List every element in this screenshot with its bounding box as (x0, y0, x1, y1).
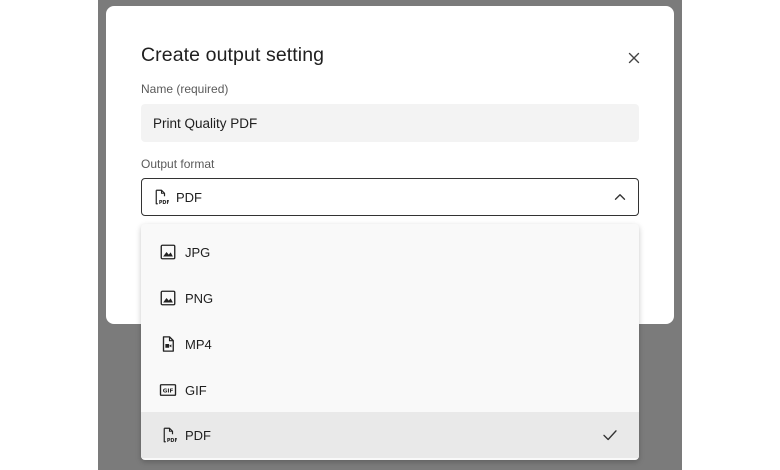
menu-item-label: MP4 (185, 336, 212, 352)
menu-item-label: PDF (185, 427, 211, 443)
output-format-menu: JPG PNG MP4 GIF GIF PDF PDF (141, 224, 639, 460)
svg-text:PDF: PDF (159, 200, 169, 206)
output-format-select[interactable]: PDF PDF (141, 178, 639, 216)
menu-item-gif[interactable]: GIF GIF (141, 367, 639, 413)
selected-format-value: PDF (176, 189, 202, 205)
menu-item-label: GIF (185, 382, 207, 398)
checkmark-icon (603, 430, 617, 441)
close-button[interactable] (622, 46, 646, 70)
name-input[interactable]: Print Quality PDF (141, 104, 639, 142)
video-file-icon (162, 336, 174, 352)
pdf-file-icon: PDF (163, 427, 177, 444)
menu-item-pdf[interactable]: PDF PDF (141, 412, 639, 458)
name-label: Name (required) (141, 82, 229, 96)
dialog-title: Create output setting (141, 44, 325, 66)
svg-text:PDF: PDF (167, 438, 177, 444)
menu-item-jpg[interactable]: JPG (141, 229, 639, 275)
pdf-file-icon: PDF (155, 189, 169, 206)
chevron-up-icon (614, 194, 626, 200)
output-format-label: Output format (141, 157, 215, 171)
menu-item-png[interactable]: PNG (141, 275, 639, 321)
menu-item-mp4[interactable]: MP4 (141, 321, 639, 367)
svg-text:GIF: GIF (163, 389, 174, 395)
close-icon (628, 52, 640, 64)
gif-icon: GIF (159, 384, 177, 396)
image-icon (160, 290, 176, 306)
menu-item-label: PNG (185, 290, 214, 306)
menu-item-label: JPG (185, 244, 211, 260)
image-icon (160, 244, 176, 260)
